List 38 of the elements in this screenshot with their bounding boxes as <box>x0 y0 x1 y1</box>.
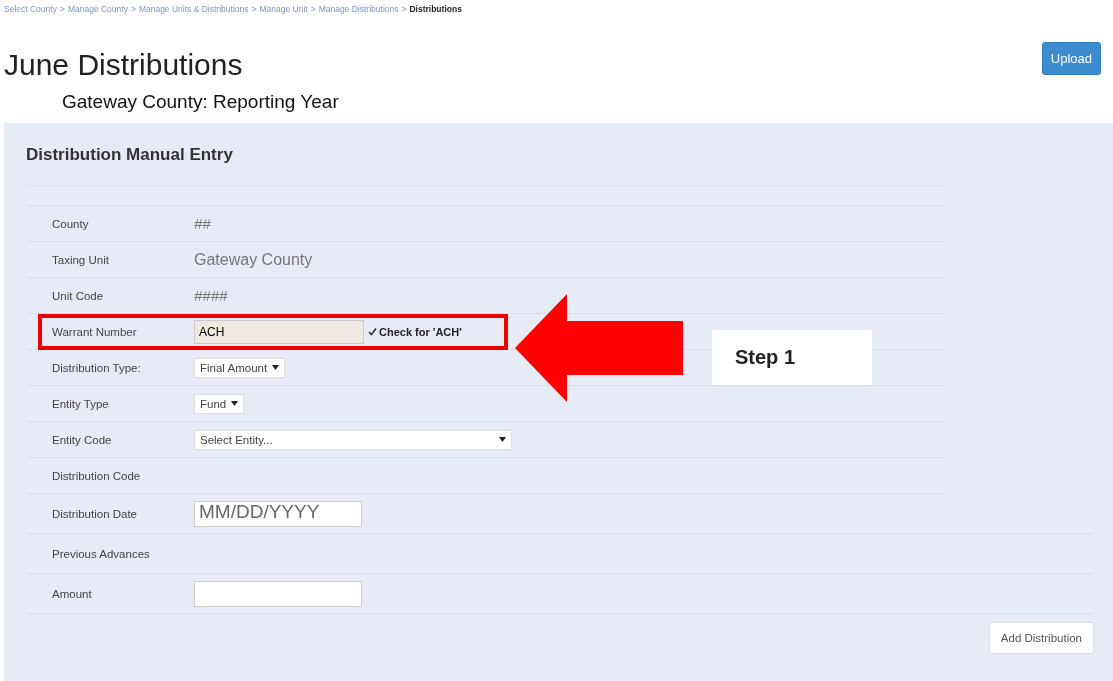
checkbox[interactable] <box>368 327 377 336</box>
field-label: Entity Type <box>52 397 110 410</box>
field-label: County <box>52 217 90 230</box>
breadcrumb-separator: > <box>251 4 257 14</box>
breadcrumb-separator: > <box>401 4 407 14</box>
add-distribution-button[interactable]: Add Distribution <box>988 622 1094 654</box>
dropdown[interactable]: Select Entity... <box>194 429 512 450</box>
field-value: ## <box>194 215 211 232</box>
step-callout: Step 1 <box>712 330 872 385</box>
field-label: Taxing Unit <box>52 253 110 266</box>
dropdown[interactable]: Fund <box>194 393 245 414</box>
field-label: Unit Code <box>52 289 105 302</box>
breadcrumb-separator: > <box>59 4 65 14</box>
field-label: Distribution Date <box>52 507 138 520</box>
field-label: Warrant Number <box>52 325 138 338</box>
field-label: Distribution Code <box>52 469 142 482</box>
input-field[interactable]: MM/DD/YYYY <box>194 500 362 527</box>
breadcrumb-link[interactable]: Distributions <box>409 4 462 14</box>
breadcrumb-separator: > <box>310 4 316 14</box>
field-label: Previous Advances <box>52 547 151 560</box>
panel-heading: Distribution Manual Entry <box>26 145 234 165</box>
caret-icon <box>231 401 239 406</box>
field-label: Entity Code <box>52 433 113 446</box>
page-title: June Distributions <box>4 48 243 82</box>
field-value: #### <box>194 287 228 304</box>
caret-icon <box>272 365 280 370</box>
field-value: Gateway County <box>194 250 313 269</box>
dropdown[interactable]: Final Amount <box>194 357 286 378</box>
caret-icon <box>499 437 506 442</box>
upload-button[interactable]: Upload <box>1041 42 1101 75</box>
page-subtitle: Gateway County: Reporting Year <box>61 90 340 114</box>
checkbox-label: Check for 'ACH' <box>379 325 462 338</box>
input-field[interactable] <box>194 580 362 607</box>
field-label: Amount <box>52 587 93 600</box>
breadcrumb-separator: > <box>130 4 136 14</box>
field-label: Distribution Type: <box>52 361 142 374</box>
input-field[interactable]: ACH <box>194 319 364 344</box>
arrow-icon <box>515 294 683 402</box>
